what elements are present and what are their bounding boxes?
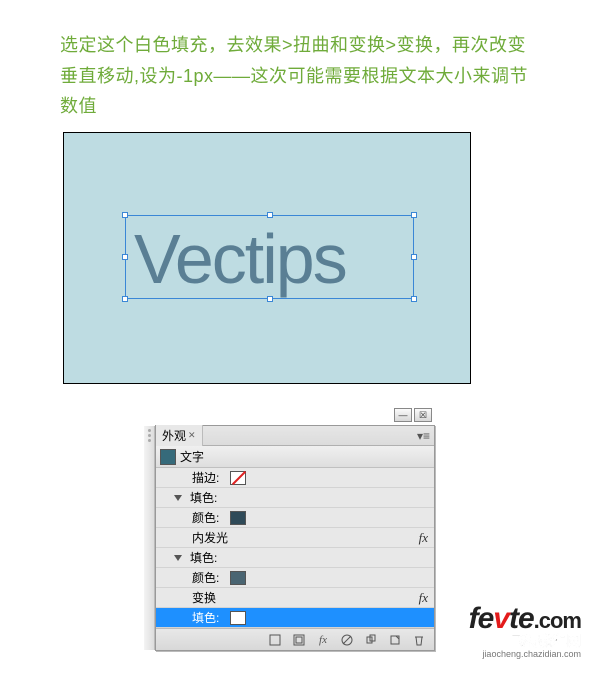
row-transform[interactable]: 变换 fx bbox=[156, 588, 434, 608]
handle-bottom-right[interactable] bbox=[411, 296, 417, 302]
panel-footer: fx bbox=[156, 628, 434, 650]
tab-appearance[interactable]: 外观 ✕ bbox=[156, 425, 203, 446]
handle-top-mid[interactable] bbox=[267, 212, 273, 218]
row-inner-glow[interactable]: 内发光 fx bbox=[156, 528, 434, 548]
panel-close-button[interactable]: ☒ bbox=[414, 408, 432, 422]
type-thumbnail bbox=[160, 449, 176, 465]
panel-header: 文字 bbox=[156, 446, 434, 468]
color-label-1: 颜色: bbox=[192, 509, 224, 526]
clear-appearance-button[interactable] bbox=[338, 632, 356, 648]
stroke-swatch-none[interactable] bbox=[230, 471, 246, 485]
disclosure-icon[interactable] bbox=[174, 555, 182, 561]
fx-icon[interactable]: fx bbox=[419, 530, 428, 546]
handle-top-left[interactable] bbox=[122, 212, 128, 218]
artboard[interactable]: Vectips bbox=[63, 132, 471, 384]
delete-button[interactable] bbox=[410, 632, 428, 648]
brand-v: v bbox=[493, 602, 509, 635]
color-swatch-2[interactable] bbox=[230, 571, 246, 585]
watermark-sub: 飞特教程网 bbox=[469, 634, 581, 648]
row-color-2[interactable]: 颜色: bbox=[156, 568, 434, 588]
row-fill-2[interactable]: 填色: bbox=[156, 548, 434, 568]
disclosure-icon[interactable] bbox=[174, 495, 182, 501]
handle-mid-right[interactable] bbox=[411, 254, 417, 260]
handle-bottom-mid[interactable] bbox=[267, 296, 273, 302]
stroke-label: 描边: bbox=[192, 469, 224, 486]
appearance-panel: — ☒ 外观 ✕ ▾≡ 文字 描边: 填色: 颜色: 内发光 fx 填色: 颜色… bbox=[155, 425, 435, 651]
new-stroke-button[interactable] bbox=[290, 632, 308, 648]
panel-menu-icon[interactable]: ▾≡ bbox=[417, 429, 430, 443]
instruction-text: 选定这个白色填充，去效果>扭曲和变换>变换，再次改变垂直移动,设为-1px——这… bbox=[0, 0, 599, 132]
fill-label-3: 填色: bbox=[192, 609, 224, 626]
handle-mid-left[interactable] bbox=[122, 254, 128, 260]
handle-bottom-left[interactable] bbox=[122, 296, 128, 302]
color-label-2: 颜色: bbox=[192, 569, 224, 586]
brand-pre: fe bbox=[469, 602, 494, 635]
duplicate-button[interactable] bbox=[362, 632, 380, 648]
inner-glow-label: 内发光 bbox=[192, 529, 228, 546]
header-label: 文字 bbox=[180, 448, 204, 465]
row-fill-1[interactable]: 填色: bbox=[156, 488, 434, 508]
color-swatch-1[interactable] bbox=[230, 511, 246, 525]
watermark-url: jiaocheng.chazidian.com bbox=[469, 650, 581, 659]
brand-post: te bbox=[509, 602, 534, 635]
new-button[interactable] bbox=[386, 632, 404, 648]
panel-collapse-button[interactable]: — bbox=[394, 408, 412, 422]
row-stroke[interactable]: 描边: bbox=[156, 468, 434, 488]
fill-label-1: 填色: bbox=[190, 489, 222, 506]
fx-icon[interactable]: fx bbox=[419, 590, 428, 606]
row-color-1[interactable]: 颜色: bbox=[156, 508, 434, 528]
fill-label-2: 填色: bbox=[190, 549, 222, 566]
handle-top-right[interactable] bbox=[411, 212, 417, 218]
close-icon[interactable]: ✕ bbox=[188, 430, 196, 441]
brand-dot: .com bbox=[534, 608, 581, 633]
new-fill-button[interactable] bbox=[266, 632, 284, 648]
add-effect-button[interactable]: fx bbox=[314, 632, 332, 648]
fill-swatch-white[interactable] bbox=[230, 611, 246, 625]
watermark: fevte.com 飞特教程网 jiaocheng.chazidian.com bbox=[469, 604, 581, 659]
panel-gutter[interactable] bbox=[144, 426, 155, 650]
row-fill-3-selected[interactable]: 填色: bbox=[156, 608, 434, 628]
tab-label: 外观 bbox=[162, 427, 186, 444]
panel-tab-bar: 外观 ✕ ▾≡ bbox=[156, 426, 434, 446]
transform-label: 变换 bbox=[192, 589, 216, 606]
selection-bounding-box[interactable] bbox=[125, 215, 414, 299]
